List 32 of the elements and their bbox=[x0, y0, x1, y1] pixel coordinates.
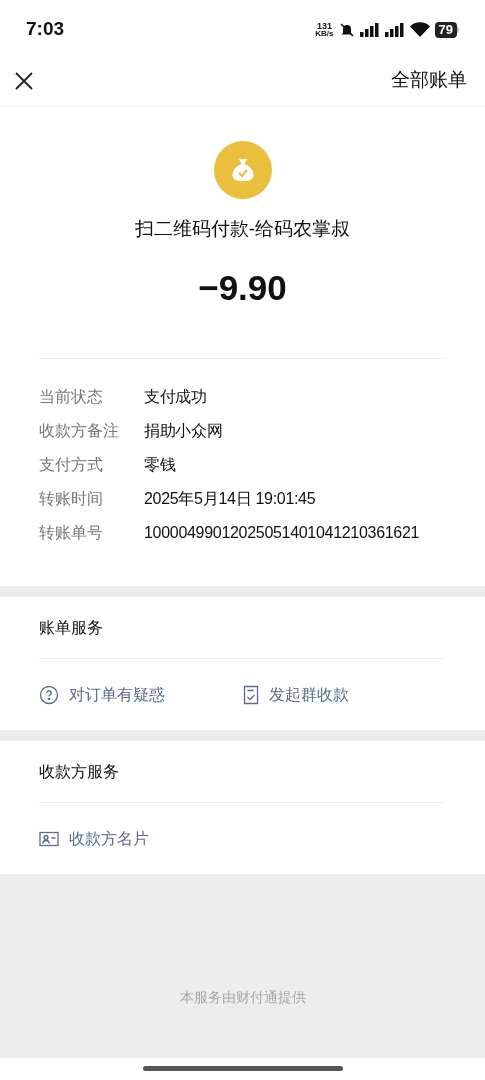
all-bills-link[interactable]: 全部账单 bbox=[391, 66, 467, 95]
detail-label: 转账时间 bbox=[39, 489, 104, 509]
footer-note: 本服务由财付通提供 bbox=[179, 988, 306, 1007]
detail-value: 零钱 bbox=[144, 455, 176, 475]
help-icon bbox=[39, 684, 59, 705]
amount: −9.90 bbox=[198, 266, 287, 309]
detail-label: 当前状态 bbox=[39, 387, 104, 407]
detail-value: 捐助小众网 bbox=[144, 421, 223, 441]
contact-card-icon bbox=[39, 830, 59, 847]
detail-label: 收款方备注 bbox=[39, 421, 120, 441]
service-item[interactable]: 收款方名片 bbox=[39, 826, 256, 851]
battery-level: 79 bbox=[434, 21, 457, 38]
section-title: 账单服务 bbox=[39, 617, 103, 638]
detail-label: 转账单号 bbox=[39, 523, 104, 543]
detail-value: 2025年5月14日 19:01:45 bbox=[144, 489, 316, 509]
service-item[interactable]: 对订单有疑惑 bbox=[39, 682, 243, 707]
detail-label: 支付方式 bbox=[39, 455, 104, 475]
transaction-title: 扫二维码付款-给码农掌叔 bbox=[134, 217, 351, 241]
money-bag-icon bbox=[213, 141, 272, 199]
network-speed-unit: KB/s bbox=[315, 29, 334, 38]
network-speed-value: 131 bbox=[316, 21, 332, 30]
detail-value: 10000499012025051401041210361621 bbox=[144, 523, 420, 543]
status-time: 7:03 bbox=[26, 17, 65, 42]
close-icon[interactable] bbox=[14, 70, 34, 91]
signal-icon bbox=[359, 22, 380, 37]
section-title: 收款方服务 bbox=[39, 761, 119, 782]
muted-bell-icon bbox=[338, 21, 355, 38]
service-item[interactable]: 发起群收款 bbox=[242, 682, 446, 707]
document-check-icon bbox=[242, 684, 259, 705]
signal-icon bbox=[384, 22, 405, 37]
wifi-icon bbox=[409, 22, 430, 37]
detail-value: 支付成功 bbox=[144, 387, 207, 407]
